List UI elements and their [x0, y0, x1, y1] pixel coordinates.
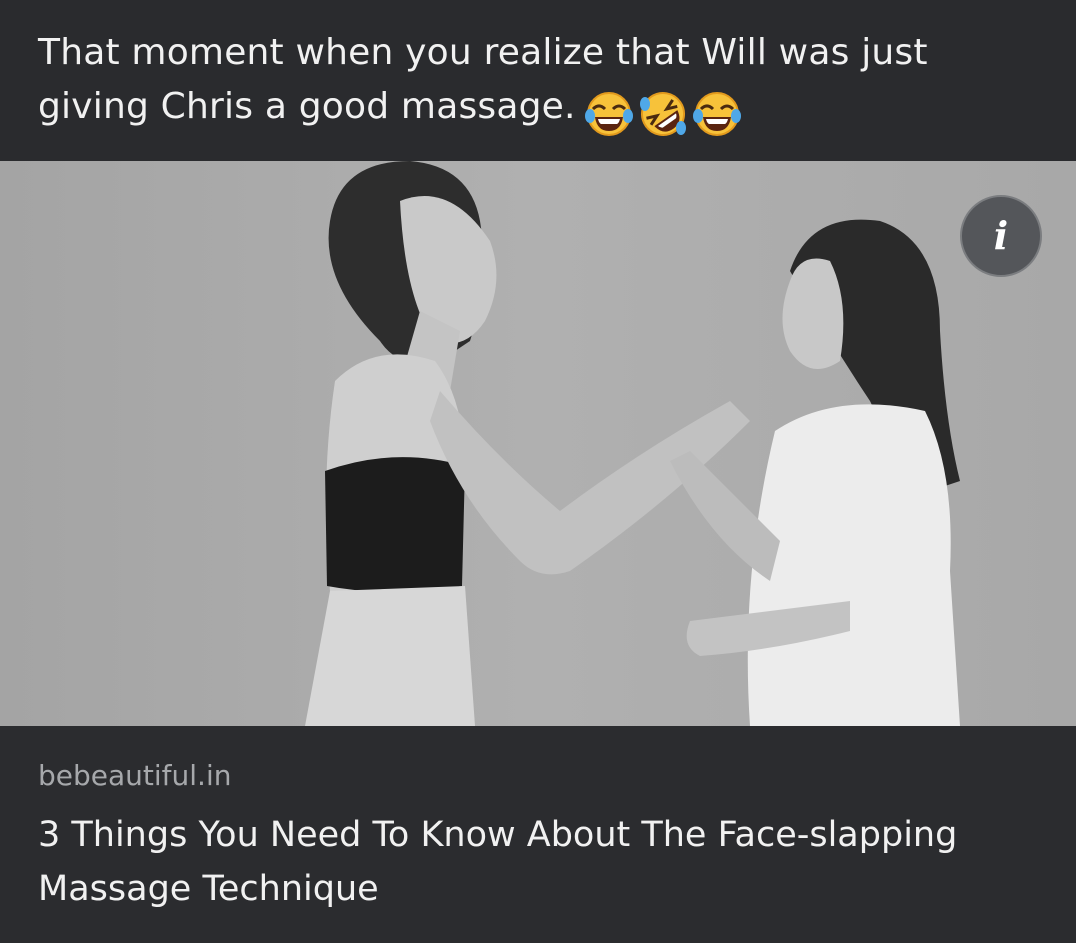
post-caption: That moment when you realize that Will w… [38, 26, 1038, 140]
face-with-tears-of-joy-icon [692, 92, 741, 136]
post-caption-text: That moment when you realize that Will w… [38, 32, 928, 127]
face-with-tears-of-joy-icon [584, 92, 633, 136]
post-card: That moment when you realize that Will w… [0, 0, 1076, 943]
caption-emoji-row [584, 86, 746, 140]
link-domain[interactable]: bebeautiful.in [38, 758, 231, 794]
gif-frame-two-women-slapping [0, 161, 1076, 726]
link-headline[interactable]: 3 Things You Need To Know About The Face… [38, 808, 1038, 916]
rolling-on-the-floor-laughing-icon [639, 92, 686, 136]
info-button[interactable]: i [960, 195, 1042, 277]
link-preview-image[interactable]: i [0, 161, 1076, 726]
